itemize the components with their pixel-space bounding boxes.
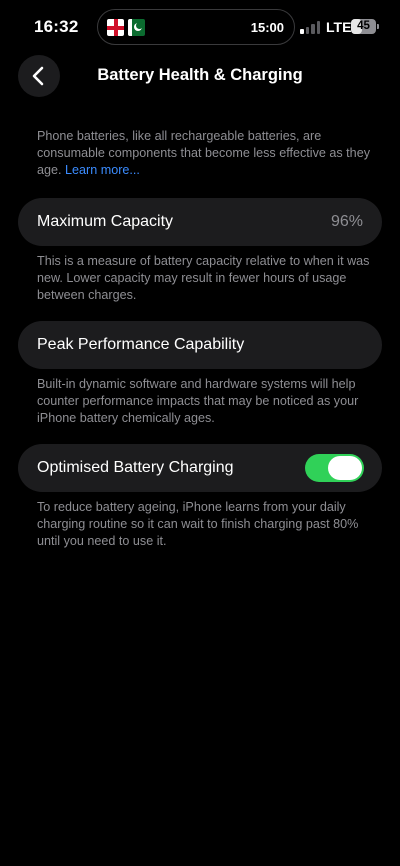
optimised-charging-label: Optimised Battery Charging (37, 459, 234, 476)
peak-performance-description: Built-in dynamic software and hardware s… (37, 377, 359, 425)
dynamic-island[interactable]: 15:00 (97, 9, 295, 45)
england-flag-icon (107, 19, 124, 36)
back-button[interactable] (18, 55, 60, 97)
battery-icon: 45 (351, 19, 376, 34)
battery-cap (377, 24, 379, 29)
maximum-capacity-row: Maximum Capacity 96% (18, 198, 382, 246)
toggle-knob (328, 456, 362, 480)
optimised-charging-row: Optimised Battery Charging (18, 444, 382, 492)
live-activity-time: 15:00 (250, 20, 284, 35)
signal-bar (316, 21, 320, 34)
network-type: LTE (326, 19, 352, 35)
learn-more-link[interactable]: Learn more... (65, 163, 140, 177)
maximum-capacity-description: This is a measure of battery capacity re… (37, 254, 370, 302)
status-bar: 16:32 15:00 LTE 45 (0, 0, 400, 54)
page-title: Battery Health & Charging (97, 66, 303, 84)
peak-performance-row[interactable]: Peak Performance Capability (18, 321, 382, 369)
cellular-signal-icon (300, 20, 322, 34)
chevron-left-icon (32, 66, 44, 86)
signal-bar (311, 24, 315, 34)
maximum-capacity-value: 96% (330, 213, 363, 230)
signal-bar (300, 29, 304, 34)
optimised-charging-toggle[interactable] (305, 454, 364, 482)
battery-level: 45 (357, 20, 370, 32)
signal-bar (305, 26, 309, 34)
peak-performance-label: Peak Performance Capability (37, 336, 245, 353)
pakistan-flag-icon (128, 19, 145, 36)
intro-text: Phone batteries, like all rechargeable b… (37, 128, 372, 179)
optimised-charging-description: To reduce battery ageing, iPhone learns … (37, 500, 359, 548)
maximum-capacity-label: Maximum Capacity (37, 213, 174, 230)
status-time: 16:32 (34, 17, 79, 36)
